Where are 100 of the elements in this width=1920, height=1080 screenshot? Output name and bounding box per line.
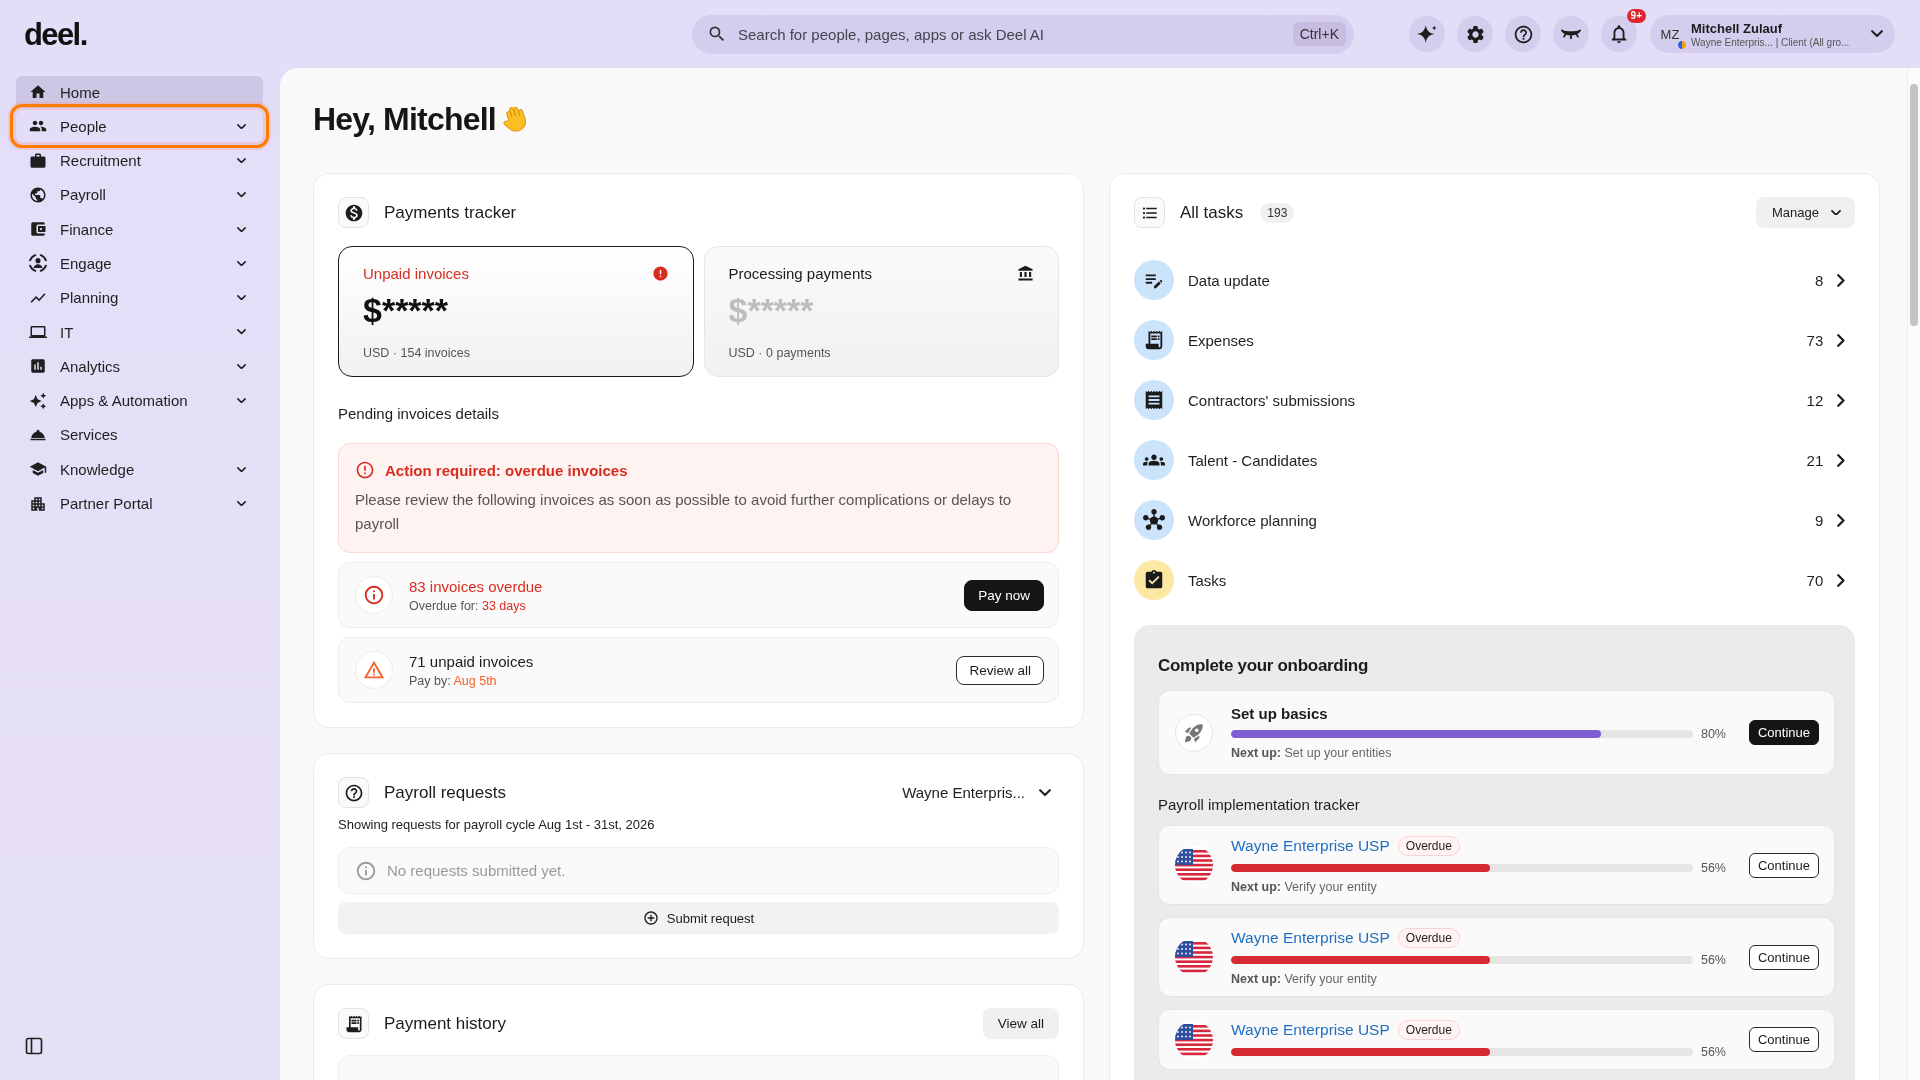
task-item[interactable]: Workforce planning 9	[1134, 490, 1855, 550]
status-badge: Overdue	[1397, 1020, 1460, 1040]
nav-item[interactable]: Partner Portal	[16, 487, 263, 520]
greeting-title: Hey, Mitchell	[313, 101, 496, 138]
task-item[interactable]: Data update 8	[1134, 250, 1855, 310]
help-icon	[1512, 23, 1534, 45]
due-text: Pay by: Aug 5th	[409, 673, 498, 688]
entity-link[interactable]: Wayne Enterprise USP	[1231, 837, 1390, 855]
next-step-text: Next up: Set up your entities	[1231, 746, 1393, 760]
search-icon	[707, 24, 727, 44]
profile-menu-button[interactable]: MZ Mitchell Zulauf Wayne Enterpris... | Client (All gro...	[1650, 15, 1895, 53]
chevron-right-icon	[1837, 513, 1845, 527]
nav-item[interactable]: Analytics	[16, 350, 263, 383]
panel-icon	[24, 1036, 44, 1056]
task-count: 9	[1814, 511, 1824, 529]
person-focus-icon	[29, 254, 47, 273]
card-title: Payments tracker	[384, 202, 517, 223]
submit-request-button[interactable]: Submit request	[338, 902, 1059, 934]
section-title: Pending invoices details	[338, 405, 500, 422]
closed-eye-icon	[1561, 29, 1581, 39]
chevron-down-icon	[237, 260, 246, 267]
progress-percent: 56%	[1700, 1045, 1727, 1059]
nav-item[interactable]: IT	[16, 316, 263, 349]
nav-item[interactable]: People	[16, 110, 263, 143]
nav-item[interactable]: Knowledge	[16, 453, 263, 486]
nav-item[interactable]: Recruitment	[16, 144, 263, 177]
entity-dropdown[interactable]: Wayne Enterpris...	[902, 784, 1059, 801]
chevron-down-icon	[1831, 209, 1841, 216]
due-text: Overdue for: 33 days	[409, 598, 527, 613]
chevron-down-icon	[237, 398, 246, 404]
next-step-text: Next up: Verify your entity	[1231, 972, 1378, 986]
wallet-icon	[29, 220, 47, 239]
chevron-down-icon	[237, 192, 246, 198]
continue-button[interactable]: Continue	[1748, 1027, 1819, 1052]
task-count-badge: 193	[1260, 202, 1295, 223]
sparkle-button[interactable]	[1409, 16, 1445, 52]
warning-icon	[355, 651, 393, 689]
settings-button[interactable]	[1457, 16, 1493, 52]
task-count: 8	[1814, 271, 1824, 289]
manage-button[interactable]: Manage	[1756, 197, 1855, 228]
nav-item[interactable]: Apps & Automation	[16, 384, 263, 417]
section-title: Payroll implementation tracker	[1158, 796, 1361, 813]
entity-link[interactable]: Wayne Enterprise USP	[1231, 1021, 1390, 1039]
nav-item[interactable]: Engage	[16, 247, 263, 280]
nav-item[interactable]: Planning	[16, 281, 263, 314]
continue-button[interactable]: Continue	[1748, 720, 1819, 745]
progress-percent: 56%	[1700, 953, 1727, 967]
alert-message: Please review the following invoices as soon as possible to avoid further complications or delays to payroll	[355, 490, 1013, 534]
task-item[interactable]: Tasks 70	[1134, 550, 1855, 610]
nav-item[interactable]: Finance	[16, 213, 263, 246]
task-item[interactable]: Expenses 73	[1134, 310, 1855, 370]
sparkle-icon	[1417, 24, 1437, 44]
continue-button[interactable]: Continue	[1748, 944, 1819, 970]
progress-percent: 80%	[1700, 727, 1727, 741]
empty-message: No requests submitted yet.	[387, 862, 566, 879]
question-icon	[338, 777, 369, 808]
chevron-down-icon	[237, 329, 246, 335]
summary-title: Processing payments	[728, 265, 872, 282]
task-item[interactable]: Talent - Candidates 21	[1134, 430, 1855, 490]
user-organization: Wayne Enterpris... | Client (All gro...	[1691, 36, 1851, 48]
chevron-down-icon	[1039, 788, 1051, 797]
nav-item[interactable]: Services	[16, 418, 263, 451]
user-name: Mitchell Zulauf	[1691, 20, 1783, 36]
alert-icon	[651, 265, 669, 282]
info-icon	[355, 576, 393, 614]
chevron-down-icon	[237, 123, 246, 129]
payroll-cycle-text: Showing requests for payroll cycle Aug 1st - 31st, 2026	[338, 817, 656, 832]
step-title: Set up basics	[1231, 705, 1329, 722]
summary-card[interactable]: Processing payments $***** USD · 0 payments	[703, 246, 1059, 377]
buildings-icon	[29, 494, 47, 513]
task-item[interactable]: Contractors' submissions 12	[1134, 370, 1855, 430]
chevron-right-icon	[1837, 573, 1845, 587]
pay-now-button[interactable]: Pay now	[964, 579, 1044, 611]
alert-title: Action required: overdue invoices	[385, 461, 628, 479]
entity-link[interactable]: Wayne Enterprise USP	[1231, 929, 1390, 947]
card-title: Payroll requests	[384, 782, 506, 803]
invoice-summary: 71 unpaid invoices	[409, 652, 535, 670]
nav-item[interactable]: Payroll	[16, 178, 263, 211]
scrollbar[interactable]	[1907, 68, 1920, 1080]
chevron-down-icon	[237, 466, 246, 472]
chevron-right-icon	[1837, 273, 1845, 287]
view-all-button[interactable]: View all	[982, 1008, 1059, 1039]
chevron-right-icon	[1837, 333, 1845, 347]
summary-detail: USD · 0 payments	[728, 346, 832, 360]
eye-button[interactable]	[1553, 16, 1589, 52]
review-all-button[interactable]: Review all	[956, 655, 1044, 685]
continue-button[interactable]: Continue	[1748, 852, 1819, 878]
chevron-down-icon	[237, 295, 246, 301]
next-step-text: Next up: Verify your entity	[1231, 880, 1378, 894]
task-count: 70	[1806, 571, 1824, 589]
help-button[interactable]	[1505, 16, 1541, 52]
chevron-right-icon	[1837, 453, 1845, 467]
deel-logo[interactable]: deel.	[24, 18, 87, 50]
alert-icon	[355, 460, 375, 480]
rocket-icon	[1175, 713, 1213, 752]
masked-amount: $*****	[728, 290, 815, 330]
summary-card[interactable]: Unpaid invoices $***** USD · 154 invoices	[338, 246, 694, 377]
briefcase-icon	[29, 151, 47, 170]
house-icon	[29, 83, 47, 101]
chevron-down-icon	[1871, 30, 1883, 38]
